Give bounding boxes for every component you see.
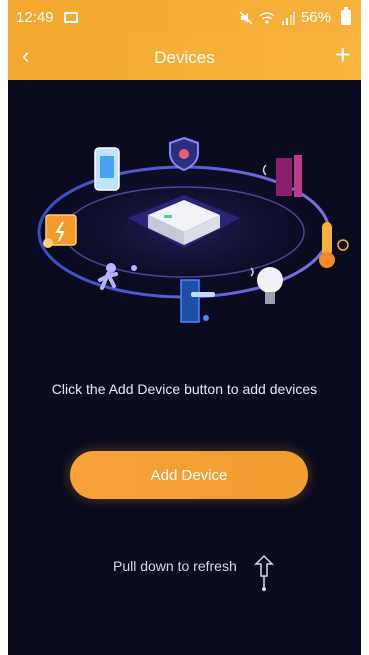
status-icons: 56% [239,9,331,26]
status-time: 12:49 [16,9,54,26]
battery-icon [341,7,351,25]
add-device-button[interactable]: Add Device [70,451,308,499]
page-title: Devices [154,48,215,67]
empty-state-hint: Click the Add Device button to add devic… [51,381,318,397]
pull-to-refresh-label: Pull down to refresh [113,558,237,574]
mute-icon [239,10,253,25]
phone-icon [94,147,120,191]
status-bar: 12:49 56% [8,0,361,34]
wifi-icon [259,11,275,24]
add-icon[interactable]: + [335,41,351,69]
switch-icon [43,214,77,248]
battery-percent: 56% [300,9,331,26]
smart-home-illustration [34,136,349,323]
devices-screen: 12:49 56% ‹ Devices + Click the Add Devi… [8,0,361,655]
app-bar: ‹ Devices + [8,34,361,80]
arrow-up-icon [254,554,274,591]
gallery-icon [64,12,78,23]
signal-icon [281,11,295,25]
